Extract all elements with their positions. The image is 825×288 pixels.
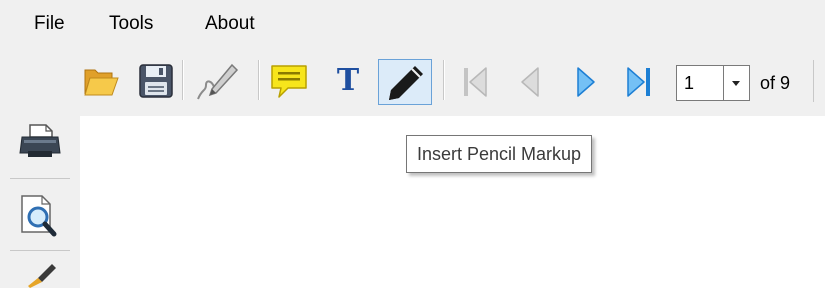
page-number-input[interactable]: 1 — [676, 65, 724, 101]
tooltip: Insert Pencil Markup — [406, 135, 593, 173]
comment-button[interactable] — [268, 62, 310, 102]
signature-button[interactable] — [194, 61, 240, 103]
print-icon — [19, 124, 61, 157]
sidebar-separator — [10, 178, 70, 179]
comment-icon — [271, 65, 307, 98]
print-preview-button[interactable] — [16, 192, 64, 238]
chevron-down-icon — [732, 81, 740, 86]
previous-page-button[interactable] — [514, 64, 544, 100]
menu-about[interactable]: About — [205, 13, 255, 35]
next-page-icon — [577, 67, 595, 97]
last-page-icon — [627, 67, 650, 97]
pencil-icon — [389, 66, 423, 100]
toolbar-separator — [443, 60, 445, 100]
pencil-markup-button[interactable] — [378, 59, 432, 105]
toolbar-separator — [258, 60, 260, 100]
save-icon — [139, 64, 173, 98]
menu-file[interactable]: File — [34, 13, 65, 35]
text-button[interactable]: T — [333, 61, 363, 101]
text-icon: T — [336, 63, 360, 98]
open-button[interactable] — [82, 62, 120, 100]
toolbar: T 1 of 9 — [0, 50, 825, 116]
next-page-button[interactable] — [572, 64, 602, 100]
brush-icon — [28, 264, 56, 288]
last-page-button[interactable] — [624, 64, 654, 100]
toolbar-separator — [182, 60, 184, 100]
open-folder-icon — [84, 69, 119, 96]
save-button[interactable] — [137, 62, 175, 100]
first-page-icon — [464, 67, 487, 97]
brush-button[interactable] — [20, 262, 60, 288]
menu-tools[interactable]: Tools — [109, 13, 153, 35]
signature-icon — [197, 63, 239, 100]
sidebar-separator — [10, 250, 70, 251]
print-preview-icon — [21, 195, 57, 237]
toolbar-separator — [813, 60, 814, 102]
menu-bar: File Tools About — [0, 0, 825, 50]
print-button[interactable] — [18, 121, 62, 161]
page-dropdown-button[interactable] — [724, 65, 750, 101]
sidebar — [0, 116, 80, 288]
first-page-button[interactable] — [460, 64, 490, 100]
page-count-label: of 9 — [760, 73, 791, 93]
previous-page-icon — [521, 67, 539, 97]
